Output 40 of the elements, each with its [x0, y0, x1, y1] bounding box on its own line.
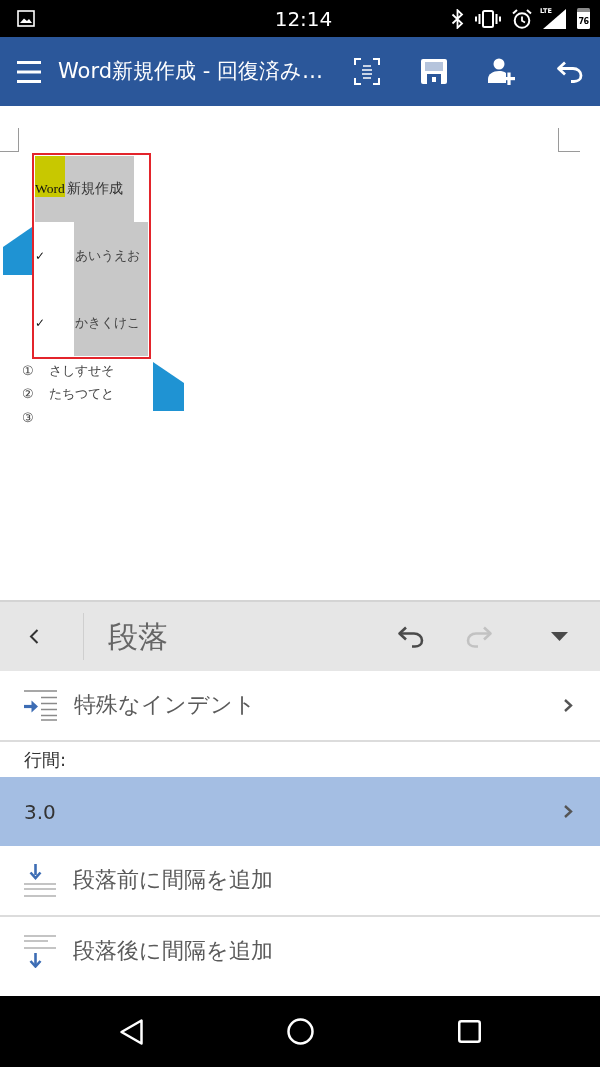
- home-icon[interactable]: [286, 1018, 314, 1045]
- arrow-above-lines-icon: [24, 864, 56, 897]
- battery-percentage: 76: [578, 18, 589, 26]
- bracketed-lines-icon[interactable]: [354, 58, 380, 85]
- caret-icon[interactable]: [551, 632, 568, 641]
- check-mark-bullet: ✓: [35, 316, 46, 329]
- list-marker: ①: [22, 362, 35, 379]
- back-icon[interactable]: [119, 1018, 143, 1045]
- list-marker: ②: [22, 386, 35, 403]
- table-cell: あいうえお: [74, 222, 148, 289]
- undo-icon[interactable]: [556, 60, 583, 83]
- list-text: たちつてと: [49, 386, 114, 403]
- undo-icon[interactable]: [397, 625, 424, 648]
- chevron-right-icon: [563, 699, 573, 712]
- bluetooth-icon: [451, 8, 464, 29]
- cell-text: 新規作成: [66, 180, 123, 197]
- indent-icon: [24, 690, 57, 721]
- clock-time: 12:14: [274, 8, 333, 29]
- add-person-icon[interactable]: [488, 57, 515, 86]
- recents-icon[interactable]: [457, 1020, 481, 1043]
- back-chevron-icon[interactable]: [29, 629, 39, 644]
- menu-icon[interactable]: [17, 60, 41, 83]
- check-mark-bullet: ✓: [35, 249, 46, 262]
- highlighted-text: Word: [35, 156, 65, 197]
- document-title: Word新規作成 - 回復済み…: [58, 58, 324, 85]
- vibrate-icon: [475, 9, 501, 28]
- section-label: 行間:: [24, 748, 67, 771]
- list-text: さしすせそ: [49, 362, 114, 379]
- page-corner-mark: [0, 128, 19, 152]
- save-icon[interactable]: [421, 59, 447, 84]
- selection-handle[interactable]: [153, 362, 184, 411]
- image-icon: [17, 10, 35, 27]
- arrow-below-lines-icon: [24, 935, 56, 968]
- page-corner-mark: [558, 128, 580, 152]
- table-cell: かきくけこ: [74, 289, 148, 356]
- list-item[interactable]: 3.0: [0, 777, 600, 846]
- list-marker: ③: [22, 409, 35, 426]
- chevron-right-icon: [563, 805, 573, 818]
- alarm-clock-icon: [512, 8, 532, 29]
- panel-title: 段落: [108, 618, 169, 655]
